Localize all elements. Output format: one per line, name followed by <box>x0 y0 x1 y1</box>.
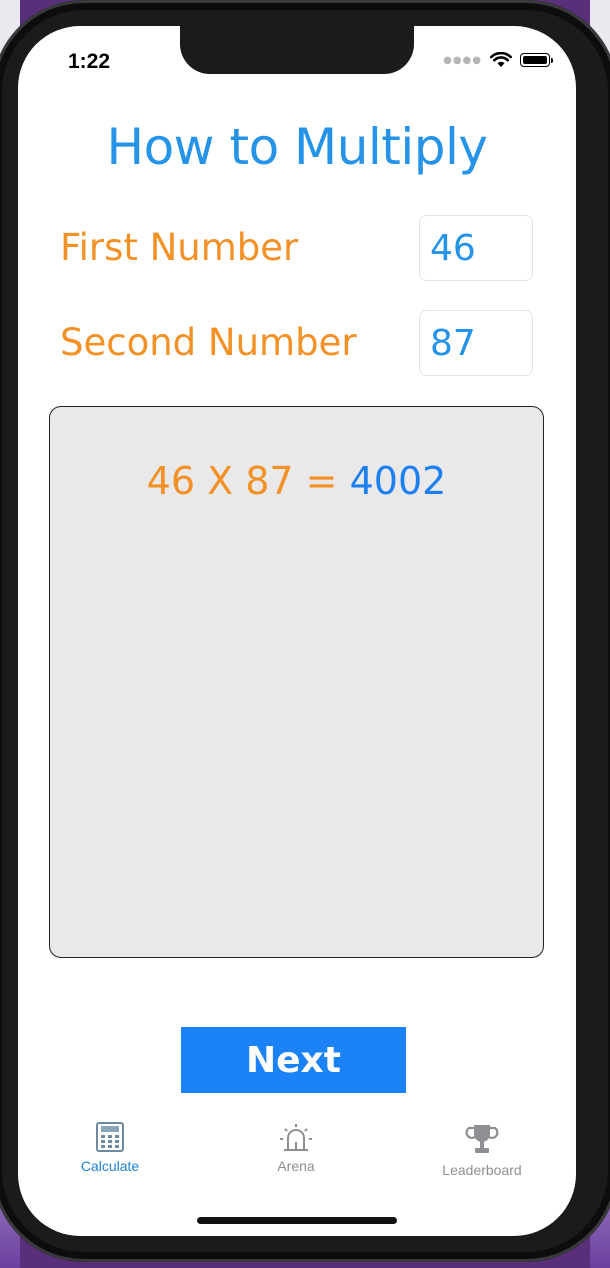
battery-icon <box>520 53 553 67</box>
status-icons: ●●●● <box>443 52 553 68</box>
tab-leaderboard-label: Leaderboard <box>442 1162 522 1178</box>
app-screen: 1:22 ●●●● How to Multiply First Number S… <box>18 26 576 1236</box>
equation: 46 X 87 = 4002 <box>50 459 543 503</box>
signal-dots-icon: ●●●● <box>443 54 482 66</box>
tab-bar: Calculate Arena Leaderboard <box>18 1122 576 1192</box>
equation-answer: 4002 <box>349 459 447 503</box>
tab-calculate-label: Calculate <box>80 1158 140 1174</box>
tab-arena[interactable]: Arena <box>221 1122 371 1174</box>
next-button[interactable]: Next <box>181 1027 406 1093</box>
first-number-label: First Number <box>60 226 299 269</box>
wifi-icon <box>490 52 512 67</box>
first-number-input[interactable] <box>419 215 533 281</box>
equation-expression: 46 X 87 = <box>146 459 338 503</box>
status-time: 1:22 <box>68 50 111 73</box>
trophy-icon <box>465 1125 499 1153</box>
tab-leaderboard[interactable]: Leaderboard <box>407 1122 557 1178</box>
second-number-label: Second Number <box>60 321 357 364</box>
arena-icon <box>280 1124 312 1151</box>
phone-frame: 1:22 ●●●● How to Multiply First Number S… <box>0 0 610 1262</box>
second-number-input[interactable] <box>419 310 533 376</box>
tab-calculate[interactable]: Calculate <box>35 1122 185 1174</box>
page-title: How to Multiply <box>106 118 488 176</box>
notch <box>180 26 414 74</box>
home-indicator <box>197 1217 397 1224</box>
result-box: 46 X 87 = 4002 <box>49 406 544 958</box>
calculator-icon <box>96 1122 124 1152</box>
tab-arena-label: Arena <box>277 1158 315 1174</box>
